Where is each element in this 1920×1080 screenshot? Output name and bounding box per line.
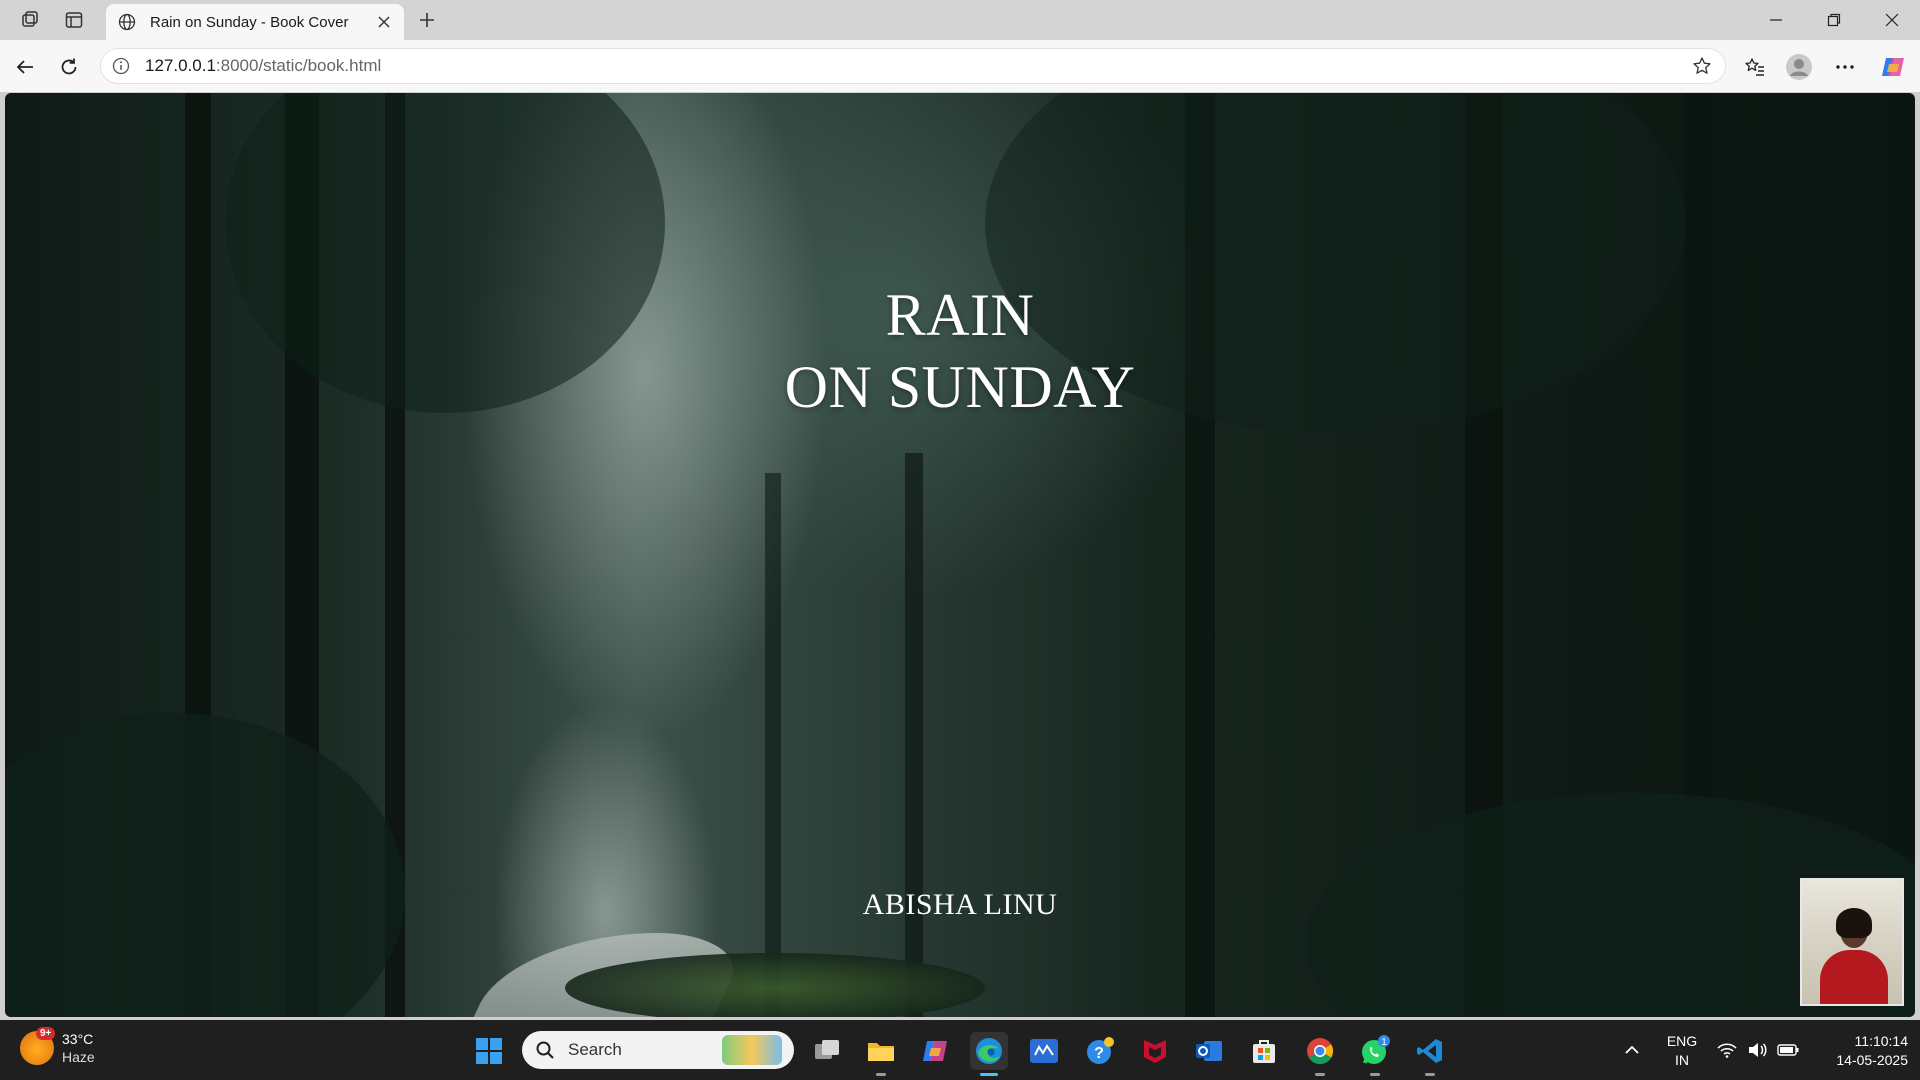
taskbar: 9+ 33°C Haze Search ? 1 ENG IN 11:10:14 … xyxy=(0,1020,1920,1080)
url-host: 127.0.0.1 xyxy=(145,56,216,75)
refresh-button[interactable] xyxy=(52,50,86,84)
chrome-icon[interactable] xyxy=(1301,1032,1339,1076)
search-icon xyxy=(534,1039,556,1061)
vscode-icon[interactable] xyxy=(1411,1032,1449,1076)
mcafee-icon[interactable] xyxy=(1136,1032,1174,1070)
running-indicator xyxy=(876,1073,886,1076)
search-label: Search xyxy=(568,1040,622,1059)
whatsapp-icon[interactable]: 1 xyxy=(1356,1032,1394,1076)
language-indicator[interactable]: ENG IN xyxy=(1660,1032,1704,1070)
show-hidden-icons-chevron-icon[interactable] xyxy=(1616,1020,1648,1080)
globe-icon xyxy=(116,11,138,33)
weather-widget[interactable]: 9+ 33°C Haze xyxy=(20,1027,95,1066)
battery-icon[interactable] xyxy=(1774,1020,1802,1080)
more-menu-icon[interactable] xyxy=(1828,50,1862,84)
url-text[interactable]: 127.0.0.1:8000/static/book.html xyxy=(145,56,1689,76)
favorite-star-icon[interactable] xyxy=(1689,53,1715,79)
person-hair xyxy=(1836,908,1872,938)
person-body xyxy=(1820,950,1888,1004)
webcam-preview xyxy=(1800,878,1904,1006)
back-button[interactable] xyxy=(8,50,42,84)
file-explorer-icon[interactable] xyxy=(862,1032,900,1076)
favorites-icon[interactable] xyxy=(1738,50,1772,84)
active-indicator xyxy=(980,1073,998,1076)
copilot-app-icon[interactable] xyxy=(916,1032,954,1070)
clock-time: 11:10:14 xyxy=(1854,1033,1908,1049)
grass-patch xyxy=(565,953,985,1017)
browser-tab-bar: Rain on Sunday - Book Cover xyxy=(0,0,1920,40)
tree-trunk xyxy=(905,453,923,1017)
close-window-button[interactable] xyxy=(1864,0,1920,40)
weather-temperature: 33°C xyxy=(62,1031,94,1047)
task-view-icon[interactable] xyxy=(808,1032,846,1070)
minimize-button[interactable] xyxy=(1748,0,1804,40)
tab-book-cover[interactable]: Rain on Sunday - Book Cover xyxy=(106,4,404,40)
whatsapp-badge: 1 xyxy=(1381,1037,1387,1048)
wifi-icon[interactable] xyxy=(1714,1020,1740,1080)
system-clock[interactable]: 11:10:14 14-05-2025 xyxy=(1812,1032,1908,1070)
start-button[interactable] xyxy=(470,1032,508,1070)
running-indicator xyxy=(1315,1073,1325,1076)
browser-toolbar: 127.0.0.1:8000/static/book.html xyxy=(0,40,1920,92)
edge-browser-icon[interactable] xyxy=(970,1032,1008,1076)
weather-condition: Haze xyxy=(62,1049,95,1065)
book-title-line-1: RAIN xyxy=(885,282,1035,348)
workspaces-icon[interactable] xyxy=(14,6,46,34)
language-line-1: ENG xyxy=(1666,1033,1698,1049)
running-indicator xyxy=(1370,1073,1380,1076)
search-highlight-icon xyxy=(722,1035,782,1065)
site-info-icon[interactable] xyxy=(111,56,131,76)
url-path: :8000/static/book.html xyxy=(215,56,382,75)
volume-icon[interactable] xyxy=(1744,1020,1770,1080)
tree-trunk xyxy=(765,473,781,1017)
microsoft-store-icon[interactable] xyxy=(1245,1032,1283,1070)
tab-title: Rain on Sunday - Book Cover xyxy=(150,13,349,31)
get-help-icon[interactable]: ? xyxy=(1081,1032,1119,1070)
vertical-tabs-icon[interactable] xyxy=(58,6,90,34)
taskbar-search[interactable]: Search xyxy=(522,1031,794,1069)
weather-sun-icon: 9+ xyxy=(20,1027,56,1065)
copilot-icon[interactable] xyxy=(1876,50,1910,84)
close-tab-icon[interactable] xyxy=(374,12,394,32)
book-title-line-2: ON SUNDAY xyxy=(784,354,1136,420)
mylip-app-icon[interactable] xyxy=(1025,1032,1063,1070)
running-indicator xyxy=(1425,1073,1435,1076)
restore-button[interactable] xyxy=(1806,0,1862,40)
book-cover-page: RAIN ON SUNDAY ABISHA LINU xyxy=(5,93,1915,1017)
clock-date: 14-05-2025 xyxy=(1836,1052,1908,1068)
book-title: RAIN ON SUNDAY xyxy=(5,279,1915,423)
profile-avatar-icon[interactable] xyxy=(1782,50,1816,84)
weather-badge: 9+ xyxy=(36,1027,56,1040)
author-name: ABISHA LINU xyxy=(862,888,1058,921)
svg-text:?: ? xyxy=(1094,1045,1104,1062)
language-line-2: IN xyxy=(1675,1052,1689,1068)
address-bar[interactable]: 127.0.0.1:8000/static/book.html xyxy=(100,48,1726,84)
new-tab-button[interactable] xyxy=(412,6,442,34)
outlook-icon[interactable] xyxy=(1190,1032,1228,1070)
